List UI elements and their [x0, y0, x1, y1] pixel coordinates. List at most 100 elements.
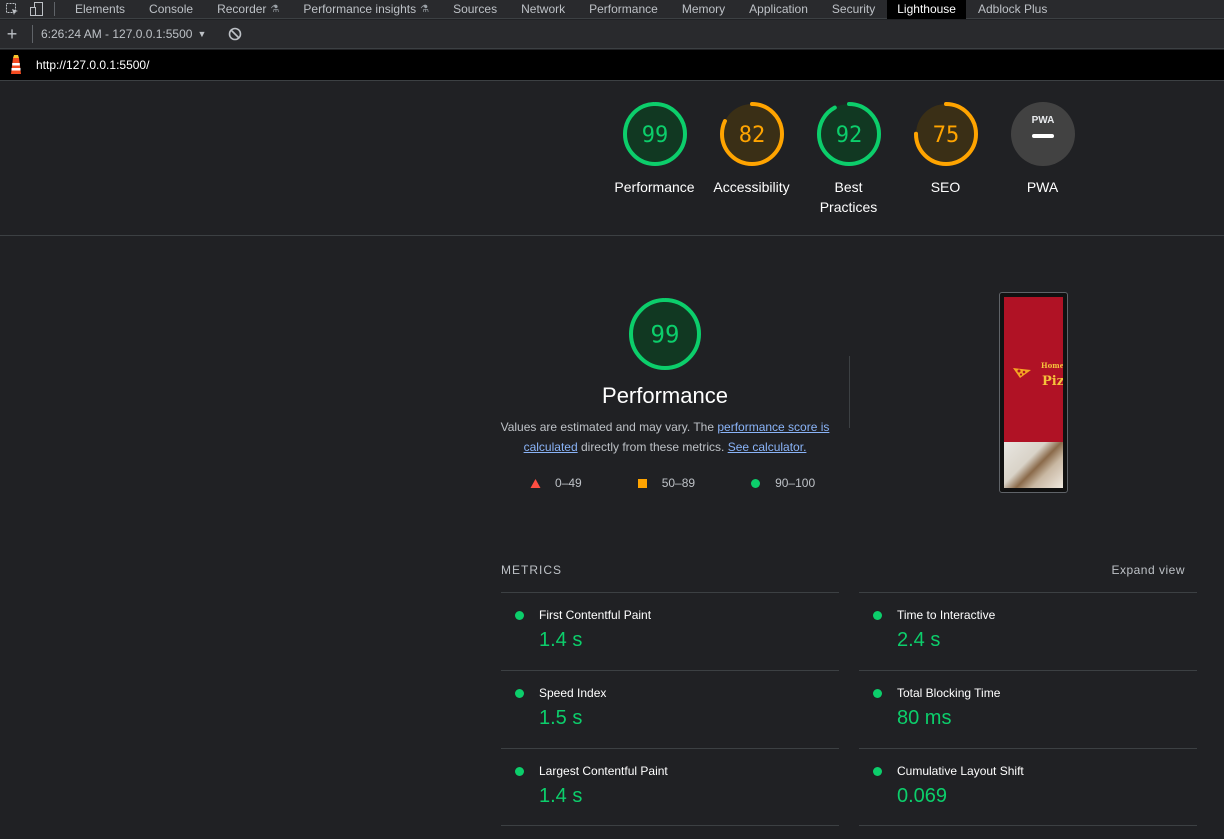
experiment-flask-icon: ⚗ [270, 3, 280, 15]
pwa-dash-icon [1031, 134, 1054, 138]
circle-icon [751, 478, 761, 488]
pass-circle-icon [515, 767, 524, 776]
experiment-flask-icon: ⚗ [420, 3, 430, 15]
legend-item: 50–89 [637, 476, 695, 490]
tab-label: Console [149, 2, 194, 16]
screenshot-image: Home Piz [1004, 297, 1063, 488]
expand-view-button[interactable]: Expand view [1111, 563, 1185, 577]
summary-gauges: 99 Performance 82 Accessibility 92 Best Pract… [606, 101, 1091, 217]
gauge-label: Best Practices [819, 179, 878, 215]
metric-value: 1.5 s [539, 707, 583, 729]
metric-name: Cumulative Layout Shift [897, 764, 1024, 778]
tab-adblock-plus[interactable]: Adblock Plus [966, 0, 1059, 19]
score-gauge: 75 [913, 102, 978, 166]
legend-item: 90–100 [750, 476, 815, 490]
new-report-button[interactable]: + [0, 24, 24, 45]
tab-elements[interactable]: Elements [63, 0, 137, 19]
score-scale-legend: 0–49 50–89 90–100 [530, 476, 815, 490]
gauge-performance[interactable]: 99 Performance [606, 101, 703, 217]
screenshot-brand: Home Piz [1013, 361, 1063, 389]
performance-score-gauge: 99 [629, 298, 701, 370]
metrics-grid: First Contentful Paint 1.4 s Time to Inter… [501, 592, 1197, 826]
final-screenshot[interactable]: Home Piz [999, 292, 1068, 493]
tab-performance[interactable]: Performance [577, 0, 670, 19]
metric-name: First Contentful Paint [539, 608, 652, 622]
tab-application[interactable]: Application [737, 0, 820, 19]
tab-sources[interactable]: Sources [441, 0, 509, 19]
tab-recorder[interactable]: Recorder ⚗ [205, 0, 291, 19]
metric-name: Largest Contentful Paint [539, 764, 668, 778]
gauge-best-practices[interactable]: 92 Best Practices [800, 101, 897, 217]
report-select-value: 6:26:24 AM - 127.0.0.1:5500 [41, 27, 193, 41]
tab-memory[interactable]: Memory [670, 0, 737, 19]
report-select[interactable]: 6:26:24 AM - 127.0.0.1:5500 ▼ [41, 27, 206, 41]
tab-network[interactable]: Network [509, 0, 577, 19]
pass-circle-icon [873, 767, 882, 776]
tab-label: Recorder [217, 2, 267, 16]
pass-circle-icon [515, 689, 524, 698]
score-gauge: 92 [816, 102, 881, 166]
tab-label: Elements [75, 2, 126, 16]
metric-value: 80 ms [897, 707, 952, 729]
brand-big-text: Piz [1042, 374, 1063, 389]
brand-small-text: Home [1041, 361, 1063, 370]
metrics-header: METRICS Expand view [501, 563, 1185, 577]
tab-label: Performance [589, 2, 658, 16]
tab-list: Elements Console Recorder ⚗ Performance insi… [63, 0, 1059, 19]
gauge-score: 99 [651, 321, 680, 349]
tab-label: Network [521, 2, 566, 16]
gauge-pwa[interactable]: PWA PWA [994, 101, 1091, 217]
performance-description: Values are estimated and may vary. The p… [500, 417, 830, 457]
tab-label: Lighthouse [897, 2, 956, 16]
gauge-accessibility[interactable]: 82 Accessibility [703, 101, 800, 217]
tab-label: Sources [453, 2, 498, 16]
metric-time-to-interactive: Time to Interactive 2.4 s [859, 592, 1197, 670]
pwa-badge-text: PWA [1031, 115, 1054, 126]
caret-down-icon: ▼ [197, 29, 207, 39]
toolbar-divider [32, 25, 33, 43]
tab-label: Application [749, 2, 808, 16]
legend-range: 50–89 [661, 476, 696, 490]
device-toolbar-icon[interactable] [24, 0, 48, 19]
tab-console[interactable]: Console [137, 0, 205, 19]
inspect-element-icon[interactable] [0, 0, 24, 19]
tab-label: Security [831, 2, 876, 16]
see-calculator-link[interactable]: See calculator. [728, 440, 807, 454]
metric-name: Speed Index [539, 686, 607, 700]
tab-security[interactable]: Security [820, 0, 887, 19]
lighthouse-logo-icon [11, 55, 21, 74]
tab-label: Adblock Plus [977, 2, 1048, 16]
legend-range: 90–100 [775, 476, 816, 490]
lighthouse-report: 99 Performance 82 Accessibility 92 Best Pract… [0, 81, 1224, 839]
toolbar-divider [54, 2, 55, 16]
lighthouse-report-bar: + 6:26:24 AM - 127.0.0.1:5500 ▼ [0, 20, 1224, 49]
description-text: Values are estimated and may vary. The [500, 420, 718, 434]
metric-largest-contentful-paint: Largest Contentful Paint 1.4 s [501, 748, 839, 826]
pass-circle-icon [873, 689, 882, 698]
metric-name: Time to Interactive [897, 608, 996, 622]
gauge-label: Accessibility [713, 179, 790, 195]
performance-title: Performance [602, 383, 728, 408]
clear-all-icon[interactable] [228, 27, 242, 41]
metric-total-blocking-time: Total Blocking Time 80 ms [859, 670, 1197, 748]
gauge-score: 75 [932, 123, 959, 148]
devtools-tab-bar: Elements Console Recorder ⚗ Performance insi… [0, 0, 1224, 19]
metrics-heading: METRICS [501, 563, 562, 577]
score-gauge: 82 [719, 102, 784, 166]
gauge-score: 92 [835, 123, 862, 148]
gauge-seo[interactable]: 75 SEO [897, 101, 994, 217]
metric-value: 1.4 s [539, 629, 583, 651]
report-url[interactable]: http://127.0.0.1:5500/ [36, 58, 149, 72]
tab-lighthouse[interactable]: Lighthouse [887, 0, 966, 19]
tab-label: Performance insights [303, 2, 417, 16]
metric-value: 0.069 [897, 785, 948, 807]
gauge-label: SEO [930, 179, 961, 195]
metric-speed-index: Speed Index 1.5 s [501, 670, 839, 748]
score-gauge: 99 [622, 102, 687, 166]
tab-performance-insights[interactable]: Performance insights ⚗ [291, 0, 441, 19]
score-gauge: PWA [1010, 102, 1075, 166]
gauge-score: 82 [738, 123, 765, 148]
triangle-icon [530, 478, 541, 488]
metric-value: 1.4 s [539, 785, 583, 807]
metric-name: Total Blocking Time [897, 686, 1001, 700]
